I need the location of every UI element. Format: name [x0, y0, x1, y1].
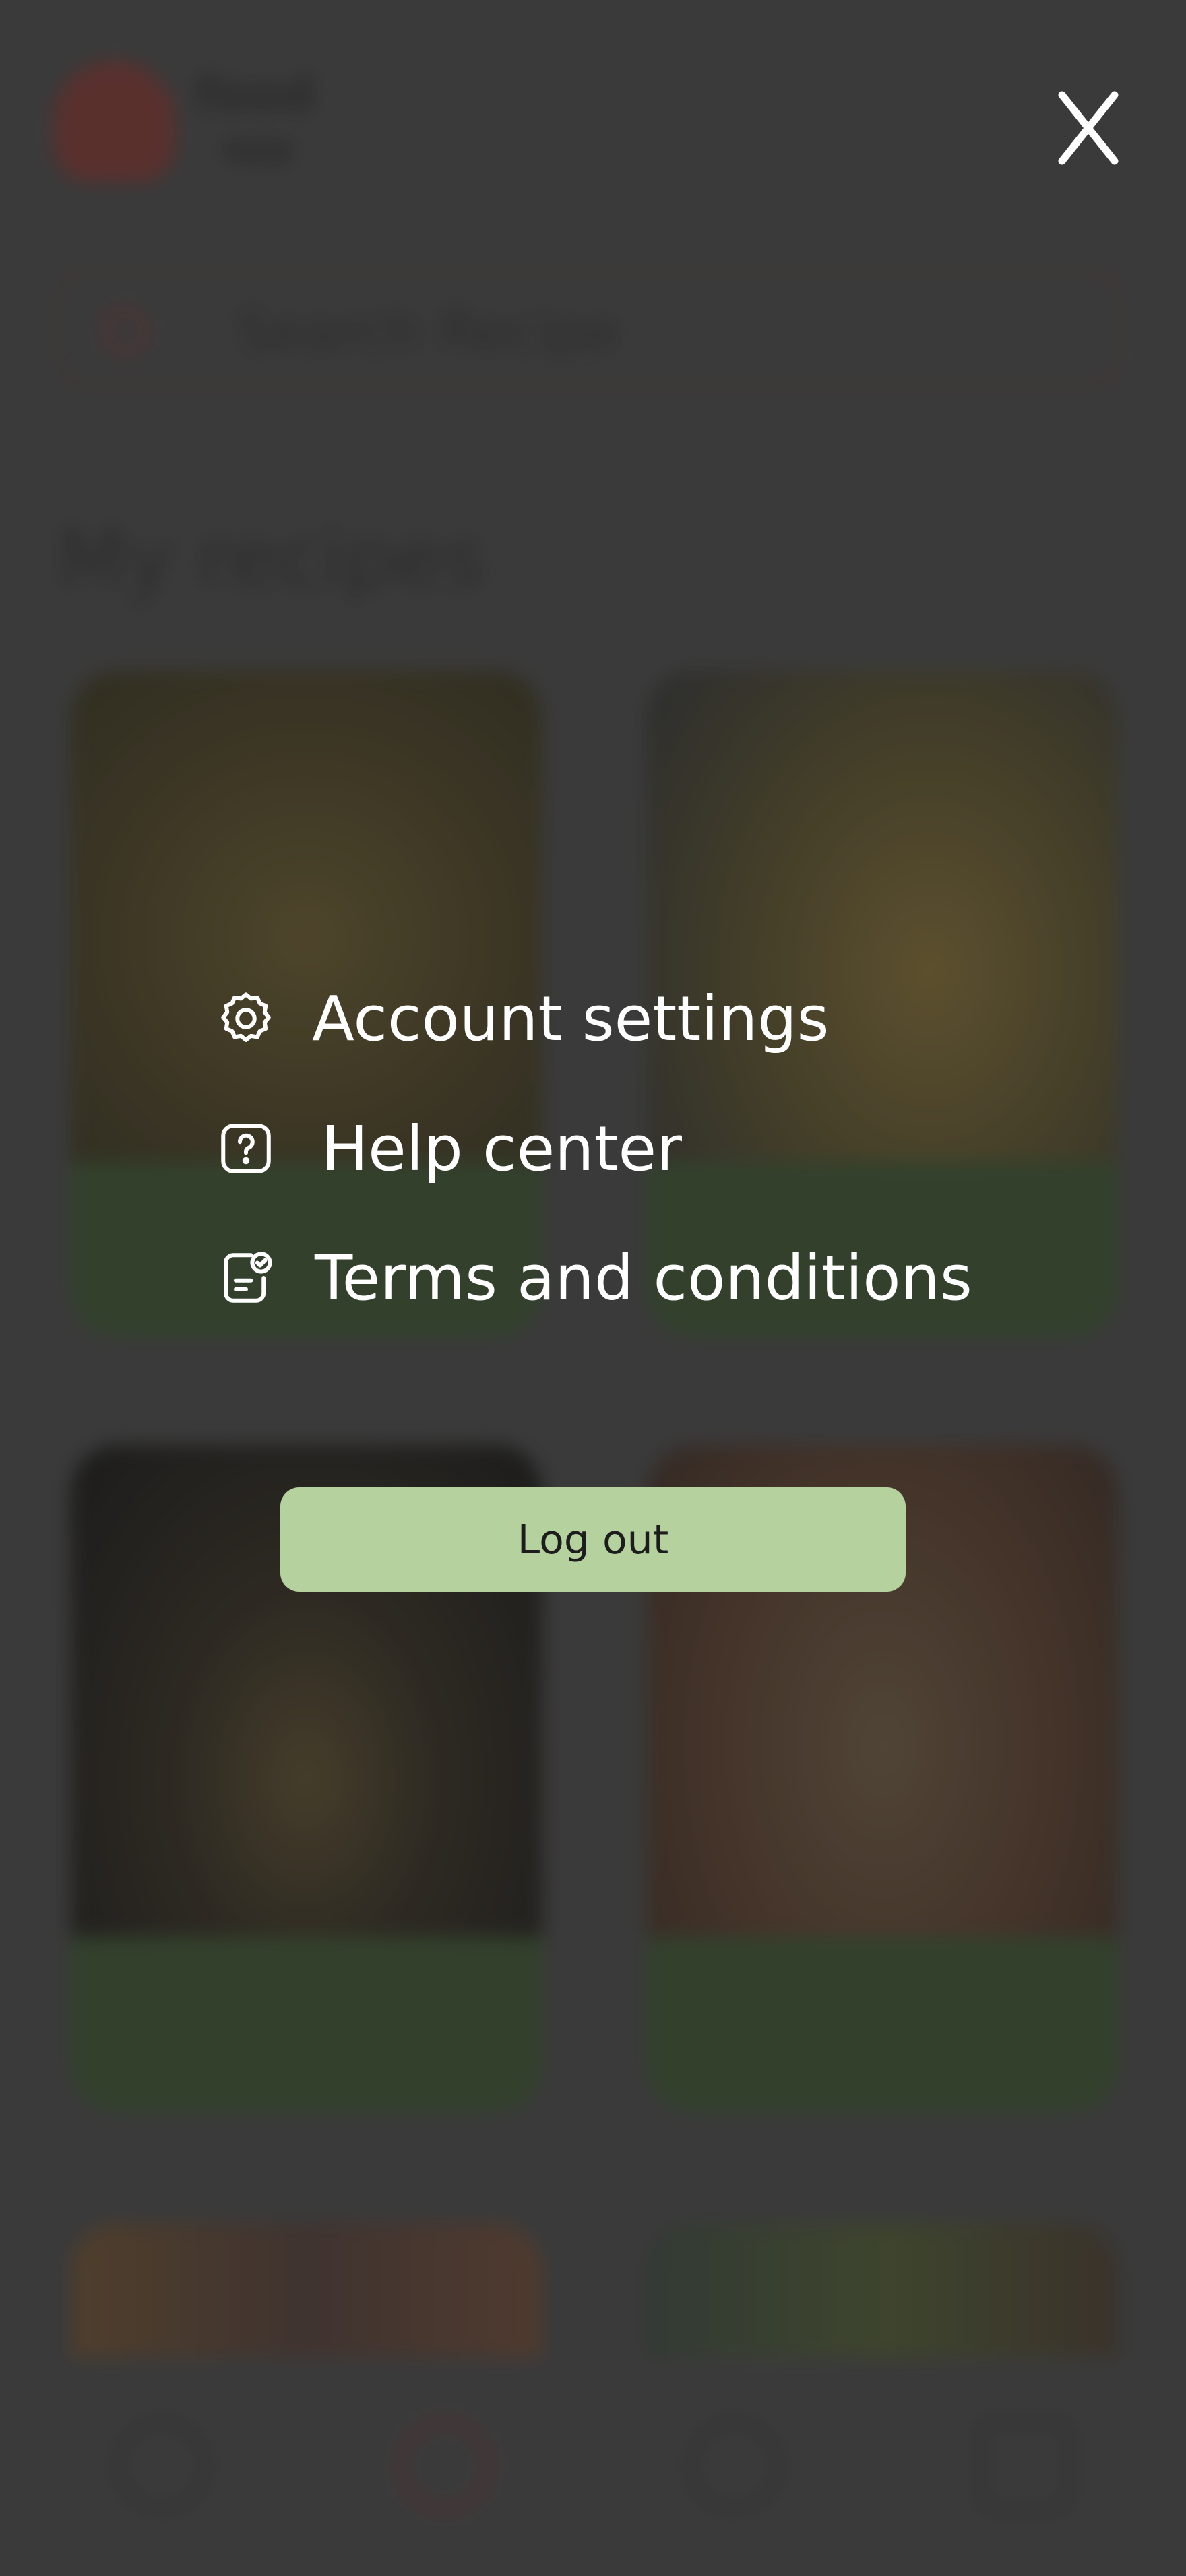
menu-item-account-settings[interactable]: Account settings [212, 975, 830, 1062]
menu-item-label: Terms and conditions [315, 1242, 972, 1314]
logout-label: Log out [517, 1516, 669, 1564]
menu-item-label: Help center [321, 1112, 682, 1185]
document-check-icon [212, 1244, 280, 1312]
app-screen: food app Search Recipe My recipes Accoun… [0, 0, 1186, 2576]
gear-icon [212, 985, 280, 1052]
close-icon [1058, 91, 1119, 165]
question-icon [212, 1115, 280, 1182]
menu-item-label: Account settings [312, 982, 830, 1055]
close-menu-button[interactable] [1051, 84, 1125, 172]
menu-item-terms-and-conditions[interactable]: Terms and conditions [212, 1234, 972, 1322]
menu-item-help-center[interactable]: Help center [212, 1105, 682, 1192]
logout-button[interactable]: Log out [280, 1487, 906, 1592]
